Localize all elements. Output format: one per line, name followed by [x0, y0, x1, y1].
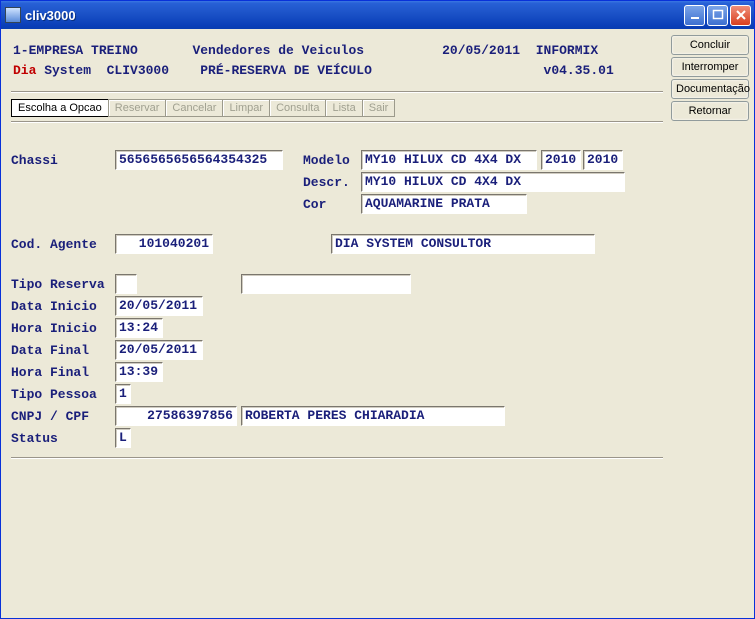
label-descr: Descr.: [303, 175, 361, 190]
documentacao-button[interactable]: Documentação: [671, 79, 749, 99]
header-block: 1-EMPRESA TREINO Vendedores de Veiculos …: [11, 39, 663, 87]
field-tipo-reserva[interactable]: [115, 274, 137, 294]
header-subtitle: PRÉ-RESERVA DE VEÍCULO: [200, 63, 372, 78]
consulta-button[interactable]: Consulta: [269, 99, 326, 117]
label-hora-inicio: Hora Inicio: [11, 321, 115, 336]
label-modelo: Modelo: [303, 153, 361, 168]
field-ano1[interactable]: 2010: [541, 150, 581, 170]
main-panel: 1-EMPRESA TREINO Vendedores de Veiculos …: [1, 29, 671, 618]
row-cor: Cor AQUAMARINE PRATA: [11, 193, 663, 215]
window-title: cliv3000: [25, 8, 682, 23]
titlebar: cliv3000: [1, 1, 754, 29]
header-db: INFORMIX: [536, 43, 598, 58]
field-tipo-pessoa[interactable]: 1: [115, 384, 131, 404]
label-cod-agente: Cod. Agente: [11, 237, 115, 252]
field-data-final[interactable]: 20/05/2011: [115, 340, 203, 360]
reservar-button[interactable]: Reservar: [108, 99, 167, 117]
toolbar: Escolha a Opcao Reservar Cancelar Limpar…: [11, 99, 663, 117]
field-cod-agente[interactable]: 101040201: [115, 234, 213, 254]
field-cpf-nome[interactable]: ROBERTA PERES CHIARADIA: [241, 406, 505, 426]
cancelar-button[interactable]: Cancelar: [165, 99, 223, 117]
escolha-opcao-button[interactable]: Escolha a Opcao: [11, 99, 109, 117]
label-cor: Cor: [303, 197, 361, 212]
minimize-button[interactable]: [684, 5, 705, 26]
separator-bottom: [11, 457, 663, 459]
field-status[interactable]: L: [115, 428, 131, 448]
field-descr[interactable]: MY10 HILUX CD 4X4 DX: [361, 172, 625, 192]
app-window: cliv3000 1-EMPRESA TREINO Vendedores de …: [0, 0, 755, 619]
separator-top: [11, 91, 663, 93]
lista-button[interactable]: Lista: [325, 99, 362, 117]
field-modelo[interactable]: MY10 HILUX CD 4X4 DX: [361, 150, 537, 170]
field-tipo-reserva-desc[interactable]: [241, 274, 411, 294]
header-brand-red: Dia: [13, 63, 36, 78]
row-tipo-pessoa: Tipo Pessoa 1: [11, 383, 663, 405]
sair-button[interactable]: Sair: [362, 99, 396, 117]
row-cnpj-cpf: CNPJ / CPF 27586397856 ROBERTA PERES CHI…: [11, 405, 663, 427]
row-data-final: Data Final 20/05/2011: [11, 339, 663, 361]
maximize-icon: [712, 9, 724, 21]
field-cor[interactable]: AQUAMARINE PRATA: [361, 194, 527, 214]
row-hora-final: Hora Final 13:39: [11, 361, 663, 383]
app-icon: [5, 7, 21, 23]
row-hora-inicio: Hora Inicio 13:24: [11, 317, 663, 339]
field-agente-nome[interactable]: DIA SYSTEM CONSULTOR: [331, 234, 595, 254]
maximize-button[interactable]: [707, 5, 728, 26]
label-status: Status: [11, 431, 115, 446]
label-data-inicio: Data Inicio: [11, 299, 115, 314]
field-cnpj-cpf[interactable]: 27586397856: [115, 406, 237, 426]
label-tipo-pessoa: Tipo Pessoa: [11, 387, 115, 402]
label-hora-final: Hora Final: [11, 365, 115, 380]
header-date: 20/05/2011: [442, 43, 520, 58]
limpar-button[interactable]: Limpar: [222, 99, 270, 117]
field-hora-inicio[interactable]: 13:24: [115, 318, 163, 338]
side-buttons: Concluir Interromper Documentação Retorn…: [671, 29, 754, 618]
retornar-button[interactable]: Retornar: [671, 101, 749, 121]
field-ano2[interactable]: 2010: [583, 150, 623, 170]
field-chassi[interactable]: 5656565656564354325: [115, 150, 283, 170]
label-chassi: Chassi: [11, 153, 115, 168]
label-cnpj-cpf: CNPJ / CPF: [11, 409, 115, 424]
minimize-icon: [689, 9, 701, 21]
close-icon: [735, 9, 747, 21]
concluir-button[interactable]: Concluir: [671, 35, 749, 55]
label-data-final: Data Final: [11, 343, 115, 358]
close-button[interactable]: [730, 5, 751, 26]
field-hora-final[interactable]: 13:39: [115, 362, 163, 382]
row-data-inicio: Data Inicio 20/05/2011: [11, 295, 663, 317]
form: Chassi 5656565656564354325 Modelo MY10 H…: [11, 131, 663, 459]
field-data-inicio[interactable]: 20/05/2011: [115, 296, 203, 316]
header-company: 1-EMPRESA TREINO: [13, 43, 138, 58]
row-chassi: Chassi 5656565656564354325 Modelo MY10 H…: [11, 149, 663, 171]
header-version: v04.35.01: [544, 63, 614, 78]
header-brand-rest: System CLIV3000: [36, 63, 169, 78]
row-tipo-reserva: Tipo Reserva: [11, 273, 663, 295]
client-area: 1-EMPRESA TREINO Vendedores de Veiculos …: [1, 29, 754, 618]
separator-toolbar: [11, 121, 663, 123]
row-cod-agente: Cod. Agente 101040201 DIA SYSTEM CONSULT…: [11, 233, 663, 255]
row-descr: Descr. MY10 HILUX CD 4X4 DX: [11, 171, 663, 193]
label-tipo-reserva: Tipo Reserva: [11, 277, 115, 292]
row-status: Status L: [11, 427, 663, 449]
interromper-button[interactable]: Interromper: [671, 57, 749, 77]
header-screen-title: Vendedores de Veiculos: [192, 43, 364, 58]
